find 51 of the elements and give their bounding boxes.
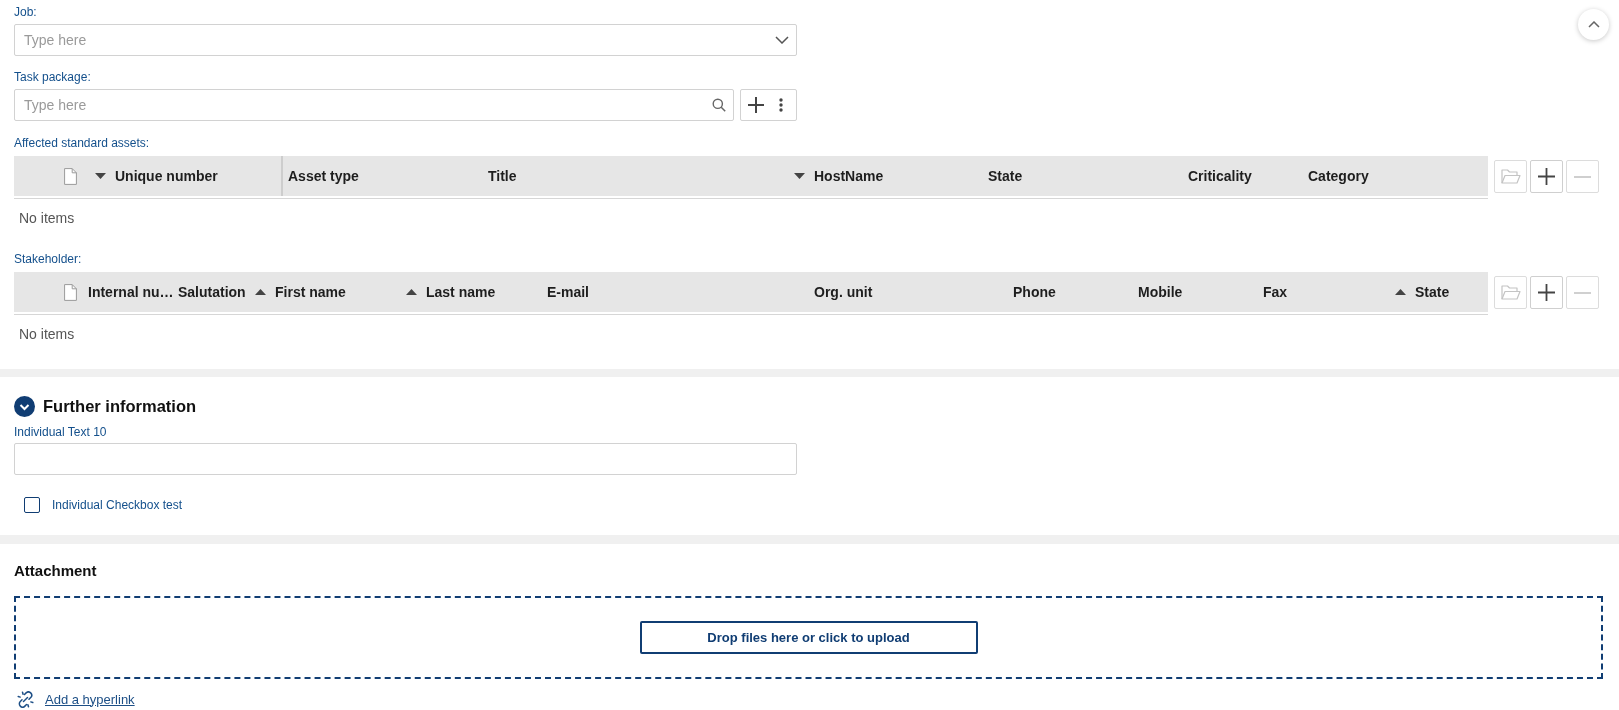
column-header[interactable]: Criticality bbox=[1183, 156, 1303, 196]
column-header[interactable]: Asset type bbox=[283, 156, 483, 196]
column-header[interactable]: State bbox=[1390, 272, 1488, 312]
folder-icon bbox=[1500, 285, 1521, 300]
column-header[interactable]: Fax bbox=[1258, 272, 1390, 312]
search-icon bbox=[712, 98, 726, 112]
column-header[interactable]: E-mail bbox=[542, 272, 809, 312]
column-header[interactable]: Phone bbox=[1008, 272, 1133, 312]
checkbox-label[interactable]: Individual Checkbox test bbox=[52, 498, 183, 512]
checkbox[interactable] bbox=[24, 497, 40, 513]
field-label: Affected standard assets: bbox=[14, 135, 150, 151]
empty-message: No items bbox=[19, 210, 75, 226]
document-icon bbox=[64, 283, 77, 301]
column-header[interactable]: Org. unit bbox=[809, 272, 1008, 312]
vertical-dots-icon bbox=[778, 98, 783, 112]
plus-icon bbox=[748, 97, 765, 113]
text-field[interactable] bbox=[14, 443, 797, 475]
search-field[interactable]: Type here bbox=[14, 89, 734, 121]
dropdown-field[interactable]: Type here bbox=[14, 24, 797, 56]
column-header[interactable]: Unique number bbox=[90, 156, 283, 196]
column-header[interactable]: Category bbox=[1303, 156, 1488, 196]
section-title: Further information bbox=[43, 396, 197, 416]
chevron-down-icon[interactable] bbox=[14, 395, 35, 417]
hyperlink[interactable]: Add a hyperlink bbox=[45, 691, 135, 707]
add-button[interactable] bbox=[1530, 276, 1563, 309]
column-header[interactable]: Title bbox=[483, 156, 789, 196]
column-header[interactable]: State bbox=[983, 156, 1183, 196]
column-header[interactable]: Last name bbox=[401, 272, 542, 312]
field-label: Job: bbox=[14, 4, 37, 20]
field-label: Task package: bbox=[14, 69, 91, 85]
chevron-down-icon bbox=[775, 36, 789, 44]
column-header[interactable]: HostName bbox=[789, 156, 983, 196]
column-header[interactable]: First name bbox=[250, 272, 401, 312]
field-label: Individual Text 10 bbox=[14, 424, 107, 440]
chevron-up-icon bbox=[1587, 21, 1600, 28]
column-header[interactable]: Mobile bbox=[1133, 272, 1258, 312]
drop-zone[interactable]: Drop files here or click to upload bbox=[14, 596, 1603, 679]
minus-icon bbox=[1574, 175, 1591, 178]
upload-button[interactable]: Drop files here or click to upload bbox=[639, 621, 978, 654]
folder-icon bbox=[1500, 169, 1521, 184]
plus-icon bbox=[1538, 284, 1555, 301]
section-title: Attachment bbox=[14, 561, 97, 581]
column-header[interactable]: Internal nu… bbox=[83, 272, 173, 312]
document-icon bbox=[64, 167, 77, 185]
add-button[interactable] bbox=[1530, 160, 1563, 193]
empty-message: No items bbox=[19, 326, 75, 342]
minus-icon bbox=[1574, 291, 1591, 294]
field-label: Stakeholder: bbox=[14, 251, 82, 267]
link-icon bbox=[17, 690, 34, 708]
plus-icon bbox=[1538, 168, 1555, 185]
column-header[interactable]: Salutation bbox=[173, 272, 250, 312]
